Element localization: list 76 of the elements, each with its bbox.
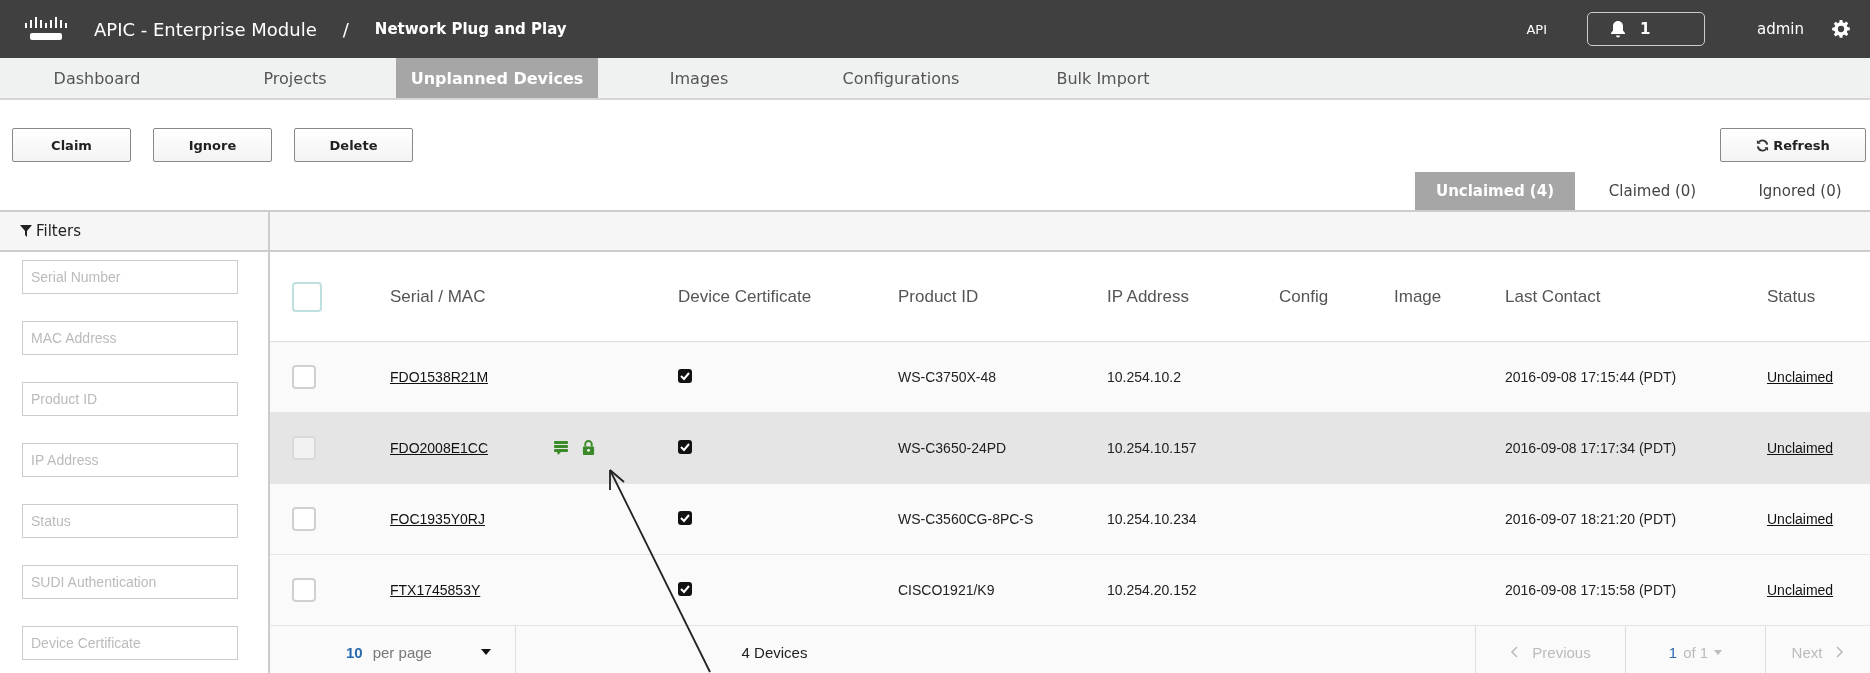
row-checkbox[interactable] xyxy=(292,436,316,460)
column-header: Status xyxy=(1767,286,1817,307)
column-header: Product ID xyxy=(898,286,980,307)
table-cell-text: 10.254.10.234 xyxy=(1107,511,1198,527)
filter-field[interactable]: Status xyxy=(22,504,238,538)
chevron-right-icon xyxy=(1836,646,1845,658)
filters-title: Filters xyxy=(36,222,81,240)
table-cell-text: 2016-09-08 17:15:58 (PDT) xyxy=(1505,582,1678,598)
list-icon[interactable] xyxy=(554,440,569,456)
table-cell-text: 10.254.10.157 xyxy=(1107,440,1198,456)
settings-icon[interactable] xyxy=(1832,20,1850,38)
table-cell-text: WS-C3650-24PD xyxy=(898,440,1008,456)
column-header: Device Certificate xyxy=(678,286,813,307)
filter-icon xyxy=(20,225,32,237)
column-header: Serial / MAC xyxy=(390,286,487,307)
table-cell-text: WS-C3560CG-8PC-S xyxy=(898,511,1035,527)
table-cell-text: CISCO1921/K9 xyxy=(898,582,996,598)
row-checkbox[interactable] xyxy=(292,507,316,531)
column-header: Image xyxy=(1394,286,1443,307)
nav-tab[interactable]: Configurations xyxy=(800,58,1002,98)
table-cell-text: 10.254.10.2 xyxy=(1107,369,1182,385)
nav-tab[interactable]: Projects xyxy=(194,58,396,98)
status-tab[interactable]: Ignored (0) xyxy=(1730,172,1870,210)
action-button[interactable]: Delete xyxy=(294,128,413,162)
filter-field[interactable]: IP Address xyxy=(22,443,238,477)
page-select[interactable]: 1 of 1 xyxy=(1625,626,1765,673)
api-link[interactable]: API xyxy=(1526,21,1547,37)
table-cell-text: 10.254.20.152 xyxy=(1107,582,1198,598)
filter-field[interactable]: MAC Address xyxy=(22,321,238,355)
row-checkbox[interactable] xyxy=(292,578,316,602)
device-count: 4 Devices xyxy=(740,643,809,661)
table-row[interactable]: FDO2008E1CC WS-C3650-24PD 10.254.10.157 2016-09-08 17:17:34 (PDT) Unclaimed xyxy=(270,413,1870,484)
select-all-checkbox[interactable] xyxy=(292,281,322,312)
notifications-button[interactable]: 1 xyxy=(1587,12,1705,46)
table-row[interactable]: FTX1745853Y CISCO1921/K9 10.254.20.152 2016-09-08 17:15:58 (PDT) Unclaimed xyxy=(270,555,1870,626)
serial-link[interactable]: FTX1745853Y xyxy=(390,582,481,598)
filter-field[interactable]: SUDI Authentication xyxy=(22,565,238,599)
table-cell-text: WS-C3750X-48 xyxy=(898,369,998,385)
page-title: Network Plug and Play xyxy=(374,20,567,38)
nav-tab[interactable]: Images xyxy=(598,58,800,98)
table-row[interactable]: FDO1538R21M WS-C3750X-48 10.254.10.2 2016-09-08 17:15:44 (PDT) Unclaimed xyxy=(270,342,1870,413)
nav-tab[interactable]: Dashboard xyxy=(0,58,194,98)
action-button[interactable]: Claim xyxy=(12,128,131,162)
user-menu[interactable]: admin xyxy=(1757,20,1804,38)
product-title: APIC - Enterprise Module xyxy=(94,18,317,40)
serial-link[interactable]: FDO1538R21M xyxy=(390,369,489,385)
status-link[interactable]: Unclaimed xyxy=(1767,440,1870,456)
refresh-button[interactable]: Refresh xyxy=(1720,128,1866,162)
filter-field[interactable]: Product ID xyxy=(22,382,238,416)
chevron-left-icon xyxy=(1510,646,1519,658)
row-checkbox[interactable] xyxy=(292,365,316,389)
dropdown-caret-icon xyxy=(481,649,491,655)
status-link[interactable]: Unclaimed xyxy=(1767,369,1870,385)
refresh-icon xyxy=(1756,138,1770,152)
action-button[interactable]: Ignore xyxy=(153,128,272,162)
serial-link[interactable]: FOC1935Y0RJ xyxy=(390,511,485,527)
logo-icon xyxy=(24,16,68,42)
breadcrumb-separator: / xyxy=(342,18,349,40)
table-cell-text: 2016-09-08 17:15:44 (PDT) xyxy=(1505,369,1678,385)
serial-link[interactable]: FDO2008E1CC xyxy=(390,440,489,456)
status-tab[interactable]: Claimed (0) xyxy=(1575,172,1730,210)
filter-field[interactable]: Device Certificate xyxy=(22,626,238,660)
column-header: IP Address xyxy=(1107,286,1190,307)
per-page-select[interactable]: 10 per page xyxy=(270,626,516,673)
table-row[interactable]: FOC1935Y0RJ WS-C3560CG-8PC-S 10.254.10.234 2016-09-07 18:21:20 (PDT) Unclaimed xyxy=(270,484,1870,555)
table-cell-text: 2016-09-08 17:17:34 (PDT) xyxy=(1505,440,1678,456)
status-link[interactable]: Unclaimed xyxy=(1767,511,1870,527)
dropdown-caret-icon xyxy=(1714,649,1723,655)
bell-icon xyxy=(1610,20,1626,38)
filter-field[interactable]: Serial Number xyxy=(22,260,238,294)
column-header: Last Contact xyxy=(1505,286,1602,307)
table-cell-text: 2016-09-07 18:21:20 (PDT) xyxy=(1505,511,1678,527)
nav-tab[interactable]: Bulk Import xyxy=(1002,58,1204,98)
column-header: Config xyxy=(1279,286,1330,307)
lock-icon[interactable] xyxy=(582,440,596,455)
status-link[interactable]: Unclaimed xyxy=(1767,582,1870,598)
